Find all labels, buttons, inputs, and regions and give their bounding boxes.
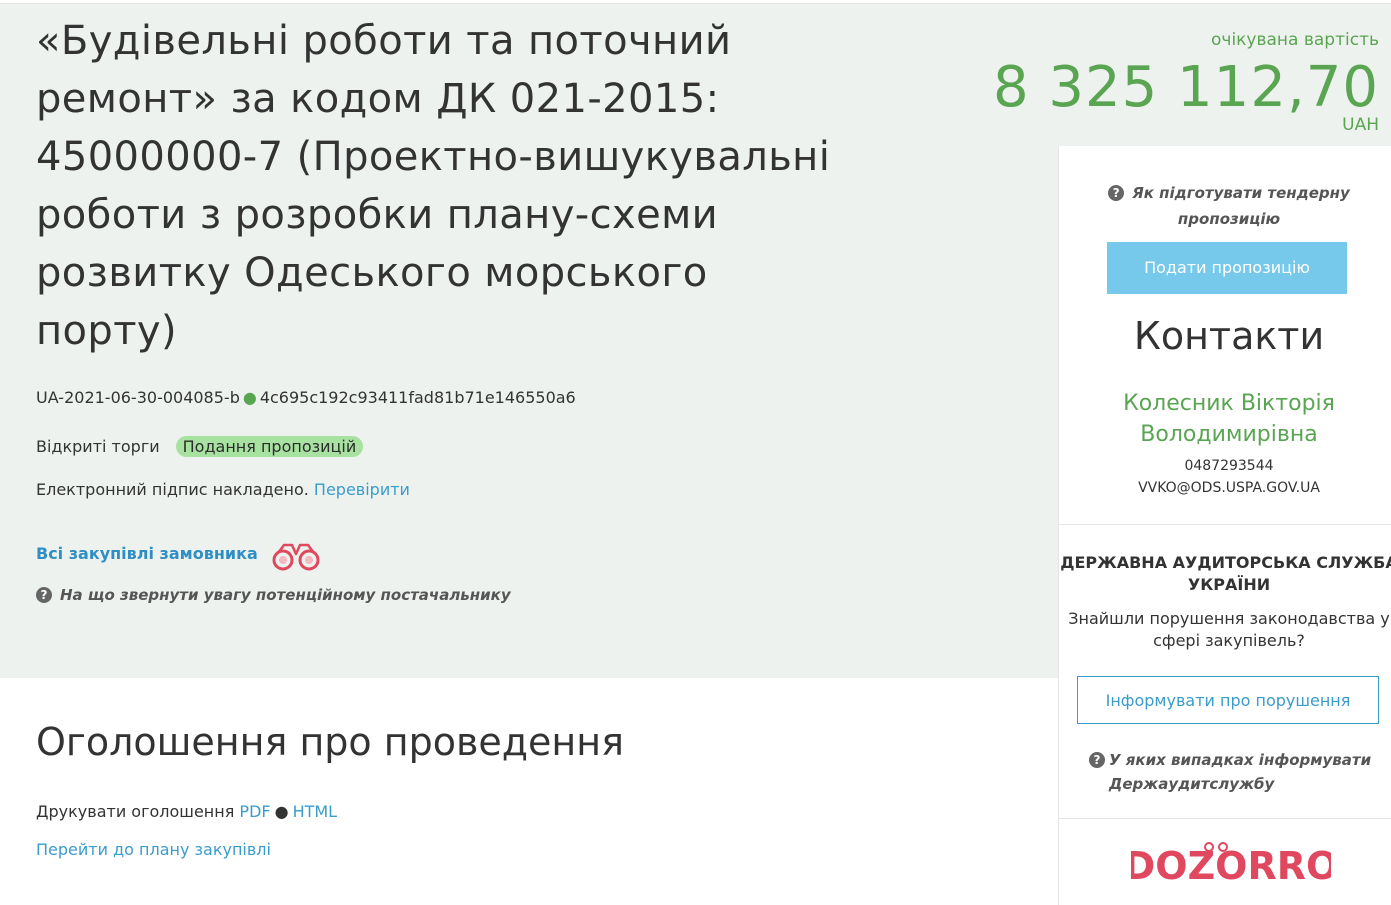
announcement-heading: Оголошення про проведення — [36, 720, 624, 764]
signature-text: Електронний підпис накладено. — [36, 480, 309, 499]
procedure-type: Відкриті торги — [36, 437, 160, 456]
print-pdf-link[interactable]: PDF — [239, 802, 270, 821]
question-circle-icon: ? — [1089, 752, 1105, 768]
print-html-link[interactable]: HTML — [293, 802, 338, 821]
expected-value-amount: 8 325 112,70 — [992, 55, 1379, 120]
print-announcement-line: Друкувати оголошення PDF ● HTML — [36, 802, 337, 821]
audit-question: Знайшли порушення законодавства у сфері … — [1068, 609, 1390, 650]
dozorro-logo-text: DOZORRO — [1131, 844, 1331, 887]
procurement-plan-link[interactable]: Перейти до плану закупівлі — [36, 840, 271, 859]
sidebar-divider — [1059, 524, 1391, 525]
signature-line: Електронний підпис накладено. Перевірити — [36, 480, 410, 499]
all-buyer-purchases-link[interactable]: Всі закупівлі замовника — [36, 544, 258, 563]
contacts-heading: Контакти — [1133, 314, 1325, 358]
expected-value-currency: UAH — [1342, 115, 1379, 135]
prepare-proposal-hint[interactable]: ? Як підготувати тендерну пропозицію — [1059, 180, 1391, 232]
separator-dot-icon: ● — [242, 388, 257, 407]
tender-title: «Будівельні роботи та поточний ремонт» з… — [36, 18, 831, 354]
question-circle-icon: ? — [36, 587, 52, 603]
question-circle-icon: ? — [1108, 185, 1125, 201]
print-label: Друкувати оголошення — [36, 802, 235, 821]
tender-hash: 4c695c192c93411fad81b71e146550a6 — [259, 388, 576, 407]
audit-service-title: ДЕРЖАВНА АУДИТОРСЬКА СЛУЖБА УКРАЇНИ — [1060, 553, 1391, 594]
separator-dot-icon: ● — [274, 802, 289, 821]
report-violation-button[interactable]: Інформувати про порушення — [1077, 676, 1379, 724]
audit-hint-text: У яких випадках інформувати Держаудитслу… — [1109, 751, 1372, 793]
status-badge: Подання пропозицій — [175, 436, 364, 457]
procedure-line: Відкриті торги Подання пропозицій — [36, 436, 364, 457]
contact-name: Колесник Вікторія Володимирівна — [1123, 391, 1335, 447]
expected-value-label: очікувана вартість — [1211, 30, 1379, 50]
prepare-proposal-hint-text: Як підготувати тендерну пропозицію — [1132, 184, 1350, 228]
contact-email: VVKO@ODS.USPA.GOV.UA — [1138, 480, 1320, 496]
sidebar-divider — [1059, 818, 1391, 819]
dozorro-logo[interactable]: DOZORRO — [1131, 841, 1331, 887]
sidebar-panel: ? Як підготувати тендерну пропозицію Пода… — [1058, 146, 1391, 905]
supplier-hint[interactable]: ? На що звернути увагу потенційному поста… — [36, 586, 511, 604]
binoculars-icon[interactable] — [270, 540, 324, 574]
verify-signature-link[interactable]: Перевірити — [314, 480, 410, 499]
tender-id: UA-2021-06-30-004085-b — [36, 388, 240, 407]
supplier-hint-text: На що звернути увагу потенційному постач… — [60, 586, 511, 604]
contact-phone: 0487293544 — [1184, 458, 1274, 474]
audit-hint[interactable]: ? У яких випадках інформувати Держаудитс… — [1089, 748, 1389, 796]
tender-identifiers: UA-2021-06-30-004085-b ● 4c695c192c93411fa… — [36, 388, 576, 407]
submit-proposal-button[interactable]: Подати пропозицію — [1107, 242, 1347, 294]
